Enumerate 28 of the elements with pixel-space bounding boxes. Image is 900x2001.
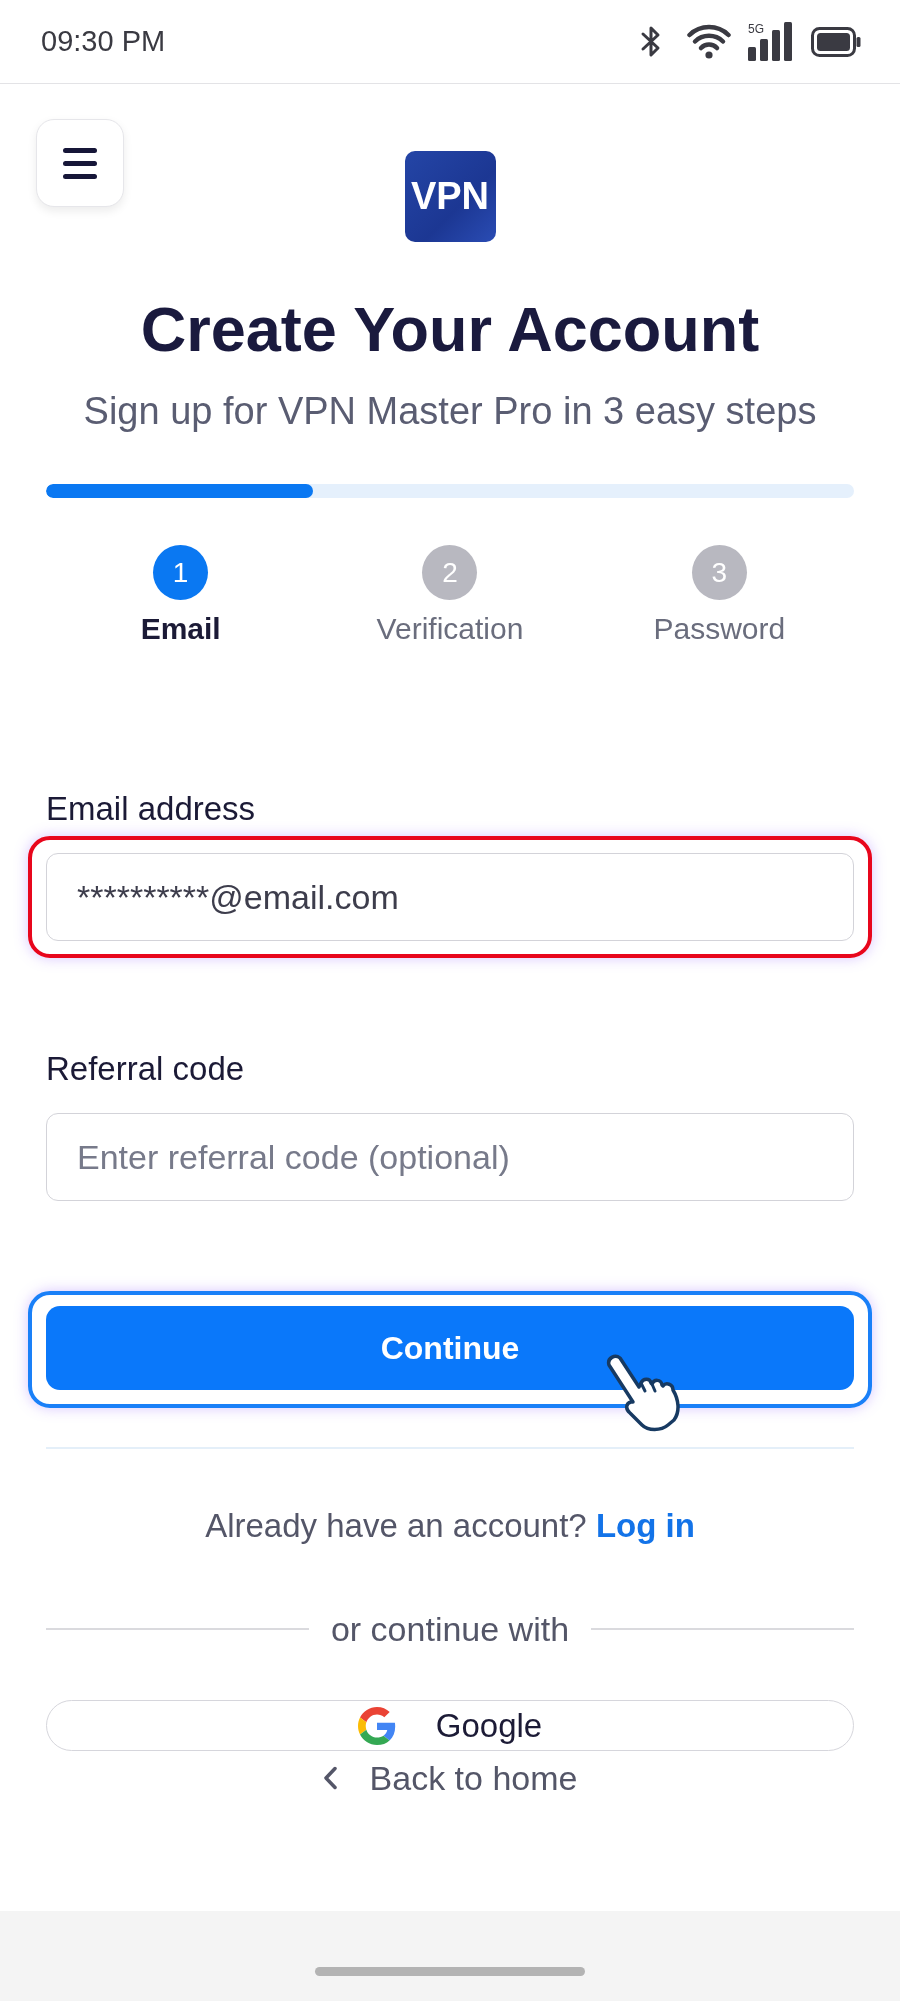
field-label: Referral code bbox=[46, 1049, 246, 1089]
step-number: 3 bbox=[691, 545, 747, 600]
battery-icon bbox=[811, 26, 861, 57]
step-label: Email bbox=[140, 611, 221, 647]
cellular-signal-icon bbox=[748, 22, 793, 61]
continue-button[interactable]: Continue bbox=[46, 1306, 854, 1390]
network-type-label: 5G bbox=[748, 23, 764, 36]
google-button[interactable]: Google bbox=[46, 1700, 854, 1751]
app-logo: VPN bbox=[404, 151, 496, 242]
g-logo-icon bbox=[357, 1706, 396, 1745]
back-to-home-link[interactable]: Back to home bbox=[322, 1758, 578, 1798]
menu-icon bbox=[63, 147, 97, 179]
input-field[interactable]: **********@email.com bbox=[46, 853, 854, 941]
step-label: Password bbox=[653, 611, 786, 647]
field-label: Email address bbox=[46, 789, 257, 829]
page-title: Create Your Account bbox=[139, 293, 761, 366]
chevron-left-icon bbox=[322, 1766, 338, 1790]
wifi-icon bbox=[687, 24, 731, 59]
step-number: 2 bbox=[422, 545, 478, 600]
page-subtitle: Sign up for VPN Master Pro in 3 easy steps bbox=[82, 389, 818, 433]
step-label: Verification bbox=[376, 611, 524, 647]
login-prompt: Already have an account? Log in bbox=[204, 1506, 696, 1546]
menu-button[interactable] bbox=[36, 119, 124, 207]
step-number: 1 bbox=[153, 545, 209, 600]
login-link[interactable]: Log in bbox=[595, 1507, 695, 1544]
divider-label: or continue with bbox=[329, 1609, 571, 1649]
input-field[interactable]: Enter referral code (optional) bbox=[46, 1113, 854, 1201]
clock-time: 09:30 PM bbox=[41, 25, 166, 58]
